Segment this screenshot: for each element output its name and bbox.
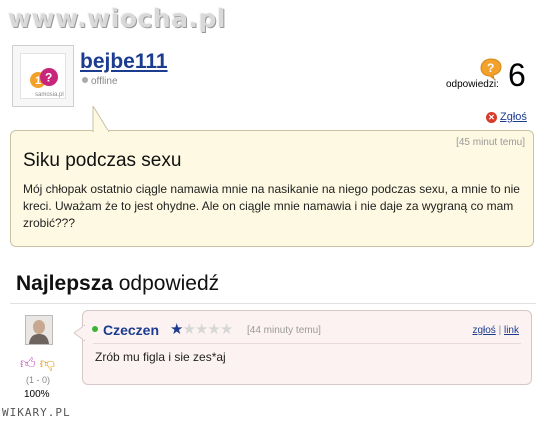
watermark-bottom: WIKARY.PL xyxy=(2,406,71,419)
asker-status-text: offline xyxy=(91,76,118,87)
star-filled-icon: ★ xyxy=(170,321,183,338)
report-question-link[interactable]: Zgłoś xyxy=(500,111,527,123)
question-box: [45 minut temu] Siku podczas sexu Mój ch… xyxy=(10,106,534,247)
answer-box-tail xyxy=(74,325,85,341)
speech-bubbles-icon: 1 ? xyxy=(30,68,58,88)
question-box-tail xyxy=(92,106,110,132)
asker-username-link[interactable]: bejbe111 xyxy=(80,50,168,74)
best-answer-heading-rest: odpowiedź xyxy=(112,272,220,295)
answer-box: Czeczen ★★★★★ [44 minuty temu] zgłoś | l… xyxy=(74,310,532,385)
best-answer-heading: Najlepsza odpowiedź xyxy=(16,272,219,296)
answer-header-divider xyxy=(93,343,521,344)
answerer-avatar[interactable] xyxy=(25,315,53,345)
svg-text:?: ? xyxy=(45,71,52,85)
report-x-icon[interactable]: ✕ xyxy=(486,112,497,123)
asker-status: offline xyxy=(82,76,118,87)
answer-time: [44 minuty temu] xyxy=(247,325,321,336)
report-answer-link[interactable]: zgłoś xyxy=(472,325,495,336)
rating-stars: ★★★★★ xyxy=(170,320,233,338)
answers-count: 6 xyxy=(508,57,526,93)
answerer-username-link[interactable]: Czeczen xyxy=(103,322,159,338)
thumb-down-icon[interactable]: 👎︎ xyxy=(40,355,55,372)
answer-actions: zgłoś | link xyxy=(472,325,519,336)
avatar-brand: samosia.pl xyxy=(35,92,64,98)
star-empty-icon: ★ xyxy=(207,321,220,338)
svg-text:?: ? xyxy=(487,61,494,75)
answer-permalink[interactable]: link xyxy=(504,325,519,336)
offline-dot-icon xyxy=(82,77,88,83)
question-time: [45 minut temu] xyxy=(456,137,525,148)
vote-buttons: 👍︎ 👎︎ xyxy=(20,355,55,373)
star-empty-icon: ★ xyxy=(219,321,233,338)
best-answer-heading-bold: Najlepsza xyxy=(16,272,113,295)
question-bubble-icon: ? xyxy=(480,58,502,80)
star-empty-icon: ★ xyxy=(182,321,195,338)
vote-counts: (1 - 0) xyxy=(26,375,51,385)
thumb-up-icon[interactable]: 👍︎ xyxy=(20,355,36,372)
question-title: Siku podczas sexu xyxy=(23,150,182,171)
online-dot-icon xyxy=(92,326,98,332)
watermark-top: www.wiocha.pl xyxy=(8,4,226,33)
answer-body: Zrób mu figla i sie zes*aj xyxy=(95,350,226,364)
asker-avatar[interactable]: 1 ? samosia.pl xyxy=(12,45,74,107)
question-body: Mój chłopak ostatnio ciągle namawia mnie… xyxy=(23,182,520,230)
star-empty-icon: ★ xyxy=(194,321,208,338)
actions-separator: | xyxy=(498,325,502,336)
answers-label: odpowiedzi: xyxy=(446,79,499,90)
section-divider xyxy=(10,303,536,304)
vote-percent: 100% xyxy=(24,389,50,400)
user-photo-icon xyxy=(26,316,52,344)
